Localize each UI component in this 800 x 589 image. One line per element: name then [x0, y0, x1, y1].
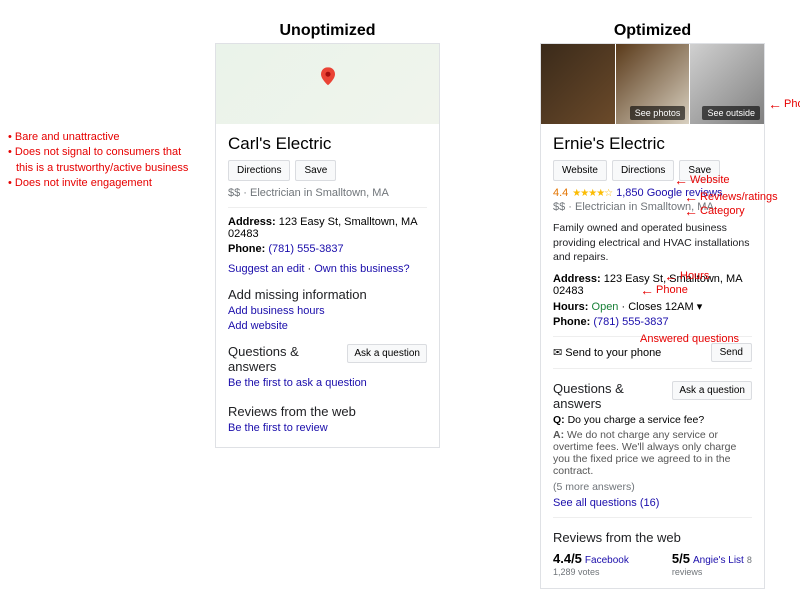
arrow-left-icon: ← — [768, 96, 782, 112]
ask-question-button[interactable]: Ask a question — [347, 344, 427, 363]
reviews-heading: Reviews from the web — [553, 530, 752, 545]
directions-button[interactable]: Directions — [228, 160, 290, 181]
rating-value: 4.4 — [553, 187, 568, 199]
web-reviews-row: 4.4/5Facebook 1,289 votes 5/5Angie's Lis… — [553, 551, 752, 578]
card-optimized: See photos See outside Ernie's Electric … — [540, 43, 765, 589]
heading-unoptimized: Unoptimized — [215, 22, 440, 40]
arrow-left-icon: ← — [640, 282, 654, 298]
add-missing-heading: Add missing information — [228, 287, 427, 302]
annotation-photos: ←Photos — [768, 96, 800, 112]
annotation-phone: ←Phone — [640, 282, 688, 298]
business-title: Ernie's Electric — [553, 134, 752, 154]
heading-optimized: Optimized — [540, 22, 765, 40]
annotation-website: ←Website — [674, 172, 730, 188]
photo-outside[interactable]: See outside — [690, 44, 764, 124]
phone-line: Phone: (781) 555-3837 — [553, 316, 752, 328]
see-outside-label[interactable]: See outside — [702, 106, 760, 120]
see-photos-label[interactable]: See photos — [630, 106, 686, 120]
price-category: $$ · Electrician in Smalltown, MA — [228, 187, 427, 199]
button-row: Directions Save — [228, 160, 427, 181]
web-review-facebook: 4.4/5Facebook 1,289 votes — [553, 551, 642, 578]
qa-first-link[interactable]: Be the first to ask a question — [228, 377, 367, 389]
business-title: Carl's Electric — [228, 134, 427, 154]
qa-more-answers: (5 more answers) — [553, 481, 752, 493]
web-review-angies: 5/5Angie's List 8 reviews — [672, 551, 752, 578]
critique-bullets: • Bare and unattractive • Does not signa… — [8, 130, 208, 192]
ask-question-button[interactable]: Ask a question — [672, 381, 752, 400]
hours-line: Hours: Open · Closes 12AM ▾ — [553, 300, 752, 313]
qa-heading: Ask a question Questions & answers — [228, 344, 427, 374]
address-line: Address: 123 Easy St, Smalltown, MA 0248… — [228, 216, 427, 240]
annotation-category: ←Category — [684, 203, 745, 219]
reviews-first-link[interactable]: Be the first to review — [228, 422, 328, 434]
see-all-questions-link[interactable]: See all questions (16) — [553, 497, 659, 509]
map-placeholder[interactable] — [216, 44, 439, 124]
stars-icon: ★★★★☆ — [572, 188, 612, 199]
qa-question: Q: Do you charge a service fee? — [553, 414, 752, 426]
website-button[interactable]: Website — [553, 160, 607, 181]
save-button[interactable]: Save — [295, 160, 336, 181]
send-button[interactable]: Send — [711, 343, 752, 362]
suggest-edit-link[interactable]: Suggest an edit — [228, 263, 304, 275]
annotation-answered-questions: Answered questions — [640, 333, 739, 345]
add-hours-link[interactable]: Add business hours — [228, 305, 325, 317]
reviews-heading: Reviews from the web — [228, 404, 427, 419]
card-unoptimized: Carl's Electric Directions Save $$ · Ele… — [215, 43, 440, 448]
arrow-left-icon: ← — [674, 172, 688, 188]
phone-line: Phone: (781) 555-3837 — [228, 243, 427, 255]
add-website-link[interactable]: Add website — [228, 320, 288, 332]
photo-strip: See photos See outside — [541, 44, 764, 124]
arrow-left-icon: ← — [684, 203, 698, 219]
directions-button[interactable]: Directions — [612, 160, 674, 181]
map-pin-icon — [321, 67, 335, 88]
photo-interior-1[interactable] — [541, 44, 615, 124]
own-business-link[interactable]: Own this business? — [314, 263, 409, 275]
business-description: Family owned and operated business provi… — [553, 221, 752, 265]
envelope-icon: ✉ — [553, 347, 562, 359]
photo-interior-2[interactable]: See photos — [616, 44, 690, 124]
qa-heading: Ask a question Questions & answers — [553, 381, 752, 411]
qa-answer: A: We do not charge any service or overt… — [553, 429, 752, 477]
